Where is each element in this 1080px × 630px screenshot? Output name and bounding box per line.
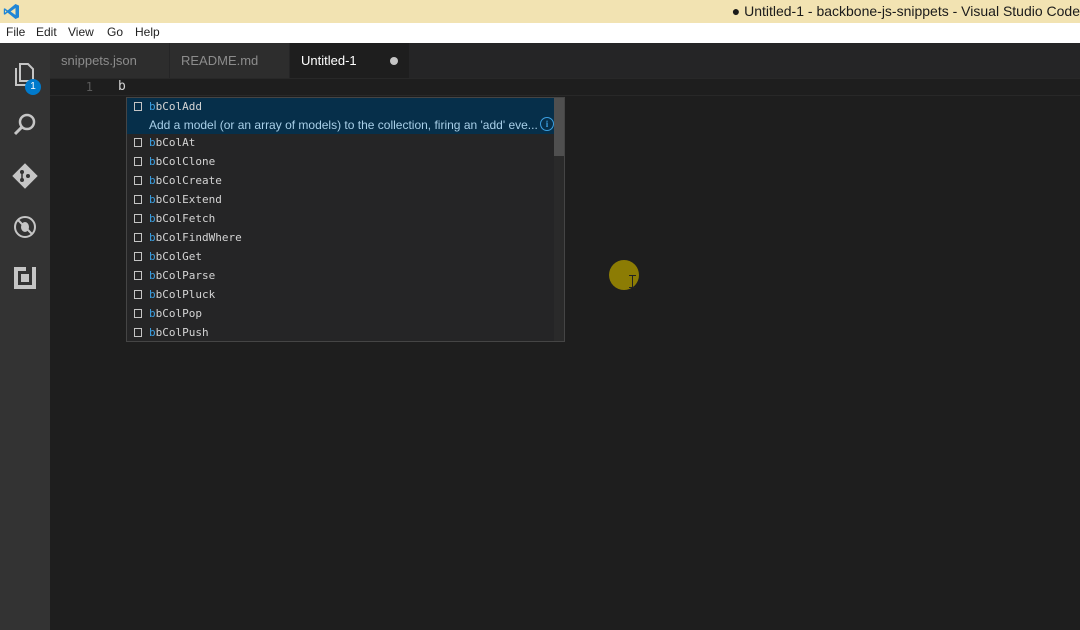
tab-snippets-json[interactable]: snippets.json (50, 43, 169, 78)
match-highlight: b (149, 288, 156, 301)
menu-go[interactable]: Go (107, 25, 123, 39)
suggestion-label: bbColPush (149, 326, 209, 339)
snippet-icon (134, 290, 142, 299)
match-highlight: b (149, 174, 156, 187)
match-highlight: b (149, 193, 156, 206)
suggestion-item[interactable]: bbColParse (127, 267, 556, 286)
match-highlight: b (149, 269, 156, 282)
tab-label: README.md (181, 53, 259, 68)
label-rest: bColPop (155, 307, 202, 320)
suggestion-label: bbColPluck (149, 288, 215, 301)
suggestion-doc: Add a model (or an array of models) to t… (149, 118, 538, 132)
suggestion-item[interactable]: bbColClone (127, 153, 556, 172)
suggestion-item[interactable]: bbColPop (127, 305, 556, 324)
activity-bar: 1 (0, 43, 50, 630)
snippet-icon (134, 252, 142, 261)
match-highlight: b (149, 136, 156, 149)
current-line-highlight (50, 78, 1080, 96)
label-rest: bColFindWhere (155, 231, 242, 244)
match-highlight: b (149, 212, 156, 225)
label-rest: bColCreate (155, 174, 222, 187)
label-rest: bColParse (155, 269, 216, 282)
vscode-logo-icon (3, 4, 19, 19)
unsaved-dot-icon[interactable] (390, 57, 398, 65)
suggestion-item[interactable]: bbColFindWhere (127, 229, 556, 248)
window-title: ● Untitled-1 - backbone-js-snippets - Vi… (731, 3, 1080, 19)
label-rest: bColAt (155, 136, 196, 149)
snippet-icon (134, 214, 142, 223)
info-icon[interactable]: i (540, 117, 554, 131)
suggestion-item[interactable]: bbColPluck (127, 286, 556, 305)
activity-explorer[interactable]: 1 (0, 49, 50, 99)
label-rest: bColExtend (155, 193, 222, 206)
snippet-icon (134, 157, 142, 166)
suggestion-label: bbColAdd (149, 100, 202, 113)
snippet-icon (134, 195, 142, 204)
match-highlight: b (149, 307, 156, 320)
tab-bar: snippets.json README.md Untitled-1 (50, 43, 1080, 78)
title-bar: ● Untitled-1 - backbone-js-snippets - Vi… (0, 0, 1080, 23)
label-rest: bColClone (155, 155, 216, 168)
tab-untitled-1[interactable]: Untitled-1 (290, 43, 409, 78)
label-rest: bColAdd (155, 100, 202, 113)
debug-icon (14, 216, 36, 238)
snippet-icon (134, 328, 142, 337)
suggestion-selected[interactable]: bbColAdd Add a model (or an array of mod… (127, 98, 556, 134)
suggestion-label: bbColFetch (149, 212, 215, 225)
menu-view[interactable]: View (68, 25, 94, 39)
label-rest: bColPluck (155, 288, 216, 301)
suggestion-item[interactable]: bbColPush (127, 324, 556, 341)
suggest-widget[interactable]: bbColAdd Add a model (or an array of mod… (126, 97, 565, 342)
activity-search[interactable] (0, 100, 50, 150)
menu-file[interactable]: File (6, 25, 25, 39)
label-rest: bColGet (155, 250, 202, 263)
suggestion-label: bbColAt (149, 136, 195, 149)
tab-label: snippets.json (61, 53, 137, 68)
label-rest: bColFetch (155, 212, 216, 225)
suggestion-label: bbColCreate (149, 174, 222, 187)
tab-readme-md[interactable]: README.md (170, 43, 289, 78)
match-highlight: b (149, 250, 156, 263)
menu-edit[interactable]: Edit (36, 25, 57, 39)
activity-git[interactable] (0, 151, 50, 201)
menu-help[interactable]: Help (135, 25, 160, 39)
suggestion-item[interactable]: bbColExtend (127, 191, 556, 210)
snippet-icon (134, 309, 142, 318)
suggestion-label: bbColParse (149, 269, 215, 282)
explorer-badge: 1 (25, 79, 41, 95)
snippet-icon (134, 233, 142, 242)
match-highlight: b (149, 231, 156, 244)
match-highlight: b (149, 100, 156, 113)
text-cursor-icon (629, 275, 636, 288)
suggest-scrollbar[interactable] (554, 98, 564, 341)
suggestion-label: bbColFindWhere (149, 231, 242, 244)
suggestion-label: bbColClone (149, 155, 215, 168)
snippet-icon (134, 271, 142, 280)
snippet-icon (134, 138, 142, 147)
search-icon (13, 113, 36, 136)
git-icon (12, 163, 38, 189)
activity-debug[interactable] (0, 202, 50, 252)
snippet-icon (134, 176, 142, 185)
suggestion-label: bbColGet (149, 250, 202, 263)
menu-bar: File Edit View Go Help (0, 23, 1080, 43)
line-number: 1 (85, 80, 93, 94)
label-rest: bColPush (155, 326, 209, 339)
suggestion-item[interactable]: bbColAt (127, 134, 556, 153)
snippet-icon (134, 102, 142, 111)
suggestion-item[interactable]: bbColCreate (127, 172, 556, 191)
tab-label: Untitled-1 (301, 53, 357, 68)
match-highlight: b (149, 155, 156, 168)
code-line[interactable]: b (118, 79, 126, 94)
suggestion-label: bbColPop (149, 307, 202, 320)
scrollbar-thumb[interactable] (554, 98, 564, 156)
match-highlight: b (149, 326, 156, 339)
suggestion-label: bbColExtend (149, 193, 222, 206)
suggestion-item[interactable]: bbColGet (127, 248, 556, 267)
activity-extensions[interactable] (0, 253, 50, 303)
suggestion-item[interactable]: bbColFetch (127, 210, 556, 229)
extensions-icon (14, 267, 36, 289)
